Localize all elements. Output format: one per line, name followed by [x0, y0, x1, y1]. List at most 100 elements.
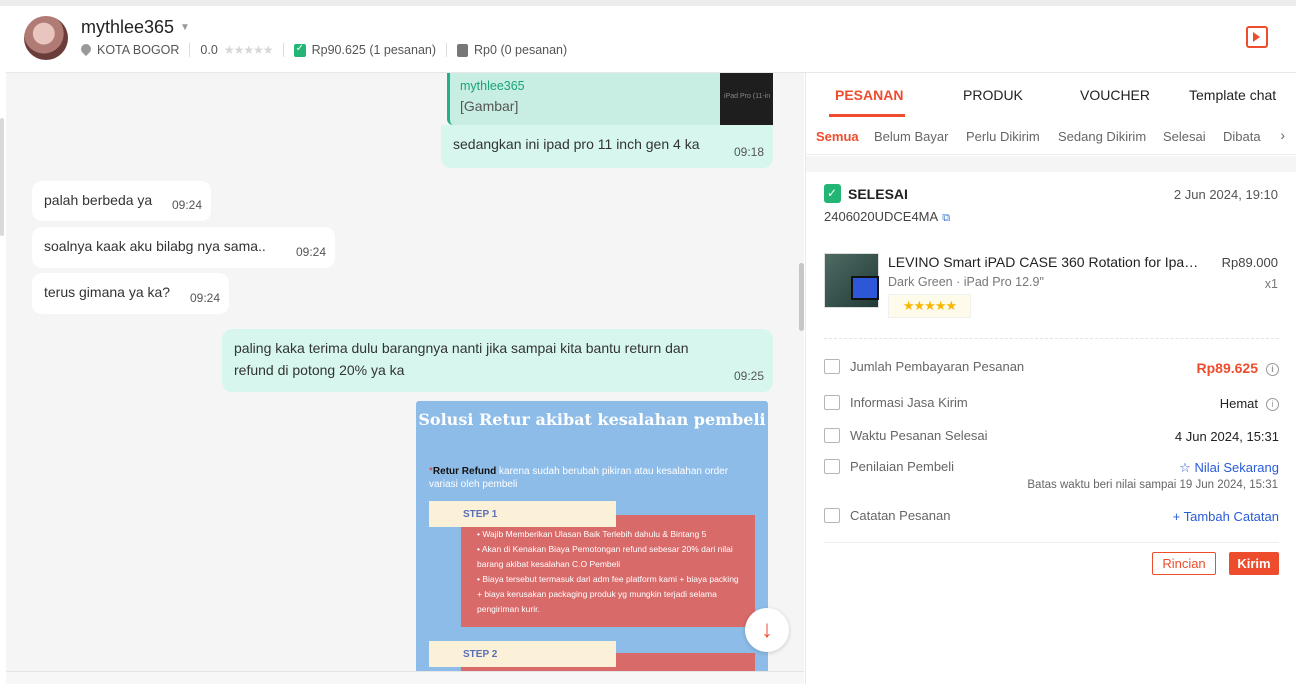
message-time: 09:18 [733, 145, 764, 159]
username[interactable]: mythlee365 [81, 17, 174, 38]
chevron-right-icon[interactable]: › [1280, 127, 1285, 143]
unpaid-amount: Rp0 [474, 43, 497, 57]
chat-scrollbar-thumb[interactable] [799, 263, 804, 331]
chat-header: mythlee365 ▼ KOTA BOGOR 0.0 ★★★★★ Rp90.6… [6, 6, 1296, 73]
image-message[interactable]: Solusi Retur akibat kesalahan pembeli *R… [416, 401, 768, 671]
tab-produk[interactable]: PRODUK [963, 87, 1023, 103]
user-meta: KOTA BOGOR 0.0 ★★★★★ Rp90.625 (1 pesanan… [81, 43, 567, 57]
product-qty: x1 [1264, 277, 1278, 291]
chat-input-edge[interactable] [6, 671, 804, 684]
paid-amount: Rp90.625 [311, 43, 366, 57]
detail-button[interactable]: Rincian [1152, 552, 1216, 575]
divider [824, 542, 1279, 543]
tab-voucher[interactable]: VOUCHER [1080, 87, 1150, 103]
section-gap [806, 156, 1296, 172]
left-scrollbar-thumb[interactable] [0, 118, 4, 236]
filter-perlu-dikirim[interactable]: Perlu Dikirim [966, 129, 1040, 144]
message-bubble-out[interactable]: paling kaka terima dulu barangnya nanti … [222, 329, 773, 392]
message-bubble-in[interactable]: palah berbeda ya 09:24 [32, 181, 211, 221]
poster-title: Solusi Retur akibat kesalahan pembeli [418, 410, 766, 429]
poster-bullet: Wajib Memberikan Ulasan Baik Terlebih da… [477, 527, 745, 542]
info-icon[interactable]: i [1266, 363, 1279, 376]
truck-icon [824, 395, 840, 410]
paid-check-icon [293, 43, 306, 57]
product-variant: Dark Green · iPad Pro 12.9" [888, 275, 1044, 289]
message-bubble-in[interactable]: soalnya kaak aku bilabg nya sama.. 09:24 [32, 227, 335, 268]
message-text: paling kaka terima dulu barangnya nanti … [234, 340, 689, 378]
filter-sedang-dikirim[interactable]: Sedang Dikirim [1058, 129, 1146, 144]
order-panel: PESANAN PRODUK VOUCHER Template chat Sem… [805, 73, 1296, 684]
plus-icon: + [1172, 509, 1184, 524]
product-price: Rp89.000 [1221, 255, 1278, 270]
product-name[interactable]: LEVINO Smart iPAD CASE 360 Rotation for … [888, 254, 1204, 270]
video-play-icon[interactable] [1246, 26, 1268, 48]
rate-now-link[interactable]: ☆ Nilai Sekarang [1179, 460, 1279, 476]
info-icon[interactable]: i [1266, 398, 1279, 411]
poster-subtitle: *Retur Refund karena sudah berubah pikir… [429, 466, 729, 490]
message-text: sedangkan ini ipad pro 11 inch gen 4 ka [453, 136, 700, 152]
message-time: 09:25 [733, 369, 764, 383]
product-image[interactable] [824, 253, 879, 308]
rating-stars-icon: ★★★★★ [888, 294, 971, 318]
add-note-link[interactable]: + Tambah Catatan [1173, 509, 1279, 524]
poster-bullet: Biaya tersebut termasuk dari adm fee pla… [477, 572, 745, 617]
payment-icon [824, 359, 840, 374]
filter-belum-bayar[interactable]: Belum Bayar [874, 129, 948, 144]
quoted-message[interactable]: mythlee365 [Gambar] iPad Pro (11-in [447, 73, 773, 125]
quoted-text: [Gambar] [460, 98, 519, 114]
filter-semua[interactable]: Semua [816, 129, 859, 144]
row-value: Rp89.625 i [1197, 360, 1279, 376]
message-bubble-out[interactable]: sedangkan ini ipad pro 11 inch gen 4 ka … [441, 125, 773, 168]
tab-template-chat[interactable]: Template chat [1189, 87, 1276, 103]
clipboard-check-icon [824, 184, 841, 203]
poster-step1-box: Wajib Memberikan Ulasan Baik Terlebih da… [461, 515, 755, 627]
poster-bullet: Akan di Kenakan Biaya Pemotongan refund … [477, 542, 745, 572]
send-button[interactable]: Kirim [1229, 552, 1279, 575]
quoted-sender: mythlee365 [460, 79, 525, 93]
location-pin-icon [81, 44, 91, 56]
divider [282, 43, 284, 57]
rating-value: 0.0 [200, 43, 218, 57]
tab-pesanan[interactable]: PESANAN [835, 87, 903, 103]
chat-messages[interactable]: mythlee365 [Gambar] iPad Pro (11-in seda… [6, 73, 804, 671]
order-id-text: 2406020UDCE4MA [824, 209, 939, 224]
message-time: 09:24 [171, 198, 202, 212]
message-text: soalnya kaak aku bilabg nya sama.. [44, 238, 266, 254]
unpaid-clipboard-icon [457, 43, 469, 57]
avatar[interactable] [24, 16, 68, 60]
calendar-check-icon [824, 428, 840, 443]
row-label: Jumlah Pembayaran Pesanan [850, 359, 1025, 374]
location-text: KOTA BOGOR [97, 43, 180, 57]
quoted-image-thumbnail[interactable]: iPad Pro (11-in [720, 73, 773, 125]
order-status: SELESAI [824, 184, 908, 203]
order-status-label: SELESAI [848, 185, 908, 202]
divider [824, 338, 1279, 339]
poster-step1-label: STEP 1 [429, 501, 616, 527]
unpaid-orders: (0 pesanan) [500, 43, 568, 57]
filter-dibatalkan[interactable]: Dibata [1223, 129, 1261, 144]
panel-tabs: PESANAN PRODUK VOUCHER Template chat [806, 73, 1296, 117]
divider [446, 43, 448, 57]
message-text: terus gimana ya ka? [44, 284, 171, 300]
row-label: Penilaian Pembeli [850, 459, 955, 474]
poster-step2-label: STEP 2 [429, 641, 616, 667]
row-value: Hemat i [1220, 396, 1279, 411]
order-id: 2406020UDCE4MA ⧉ [824, 209, 950, 225]
filter-selesai[interactable]: Selesai [1163, 129, 1206, 144]
copy-icon[interactable]: ⧉ [942, 212, 950, 224]
rating-deadline: Batas waktu beri nilai sampai 19 Jun 202… [1027, 479, 1278, 491]
message-text: palah berbeda ya [44, 192, 153, 208]
star-box-icon [824, 459, 840, 474]
order-date: 2 Jun 2024, 19:10 [1173, 187, 1278, 202]
paid-orders: (1 pesanan) [369, 43, 437, 57]
message-time: 09:24 [189, 291, 220, 305]
row-label: Informasi Jasa Kirim [850, 395, 968, 410]
chevron-down-icon[interactable]: ▼ [180, 22, 190, 33]
row-label: Catatan Pesanan [850, 508, 951, 523]
row-value: 4 Jun 2024, 15:31 [1174, 429, 1279, 444]
divider [189, 43, 191, 57]
message-bubble-in[interactable]: terus gimana ya ka? 09:24 [32, 273, 229, 314]
rating-stars-icon: ★★★★★ [223, 43, 274, 57]
scroll-down-arrow-icon[interactable]: ↓ [745, 608, 789, 652]
note-edit-icon [824, 508, 840, 523]
